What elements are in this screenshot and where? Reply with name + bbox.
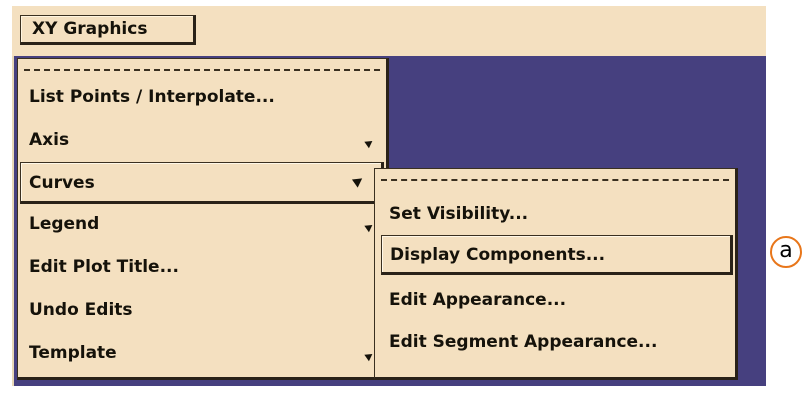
menu-item-label: Axis [29, 130, 70, 150]
menu-item-axis[interactable]: Axis [29, 130, 379, 150]
menu-item-edit-plot-title[interactable]: Edit Plot Title... [29, 257, 179, 277]
submenu-item-label: Edit Appearance... [389, 290, 567, 310]
menu-item-label: Undo Edits [29, 300, 133, 320]
submenu-item-label: Edit Segment Appearance... [389, 332, 658, 352]
menu-bar: XY Graphics [12, 6, 766, 56]
menu-item-curves[interactable]: Curves [20, 162, 384, 204]
menu-item-label: Curves [29, 173, 95, 193]
menu-item-label: Legend [29, 214, 100, 234]
submenu-item-edit-appearance[interactable]: Edit Appearance... [389, 290, 566, 310]
menu-tear-off-line[interactable] [24, 69, 380, 71]
xy-graphics-menu-label: XY Graphics [32, 19, 148, 39]
callout-marker: a [770, 236, 802, 268]
xy-graphics-menu-button[interactable]: XY Graphics [20, 15, 196, 45]
window-left-edge [12, 56, 14, 386]
menu-item-undo-edits[interactable]: Undo Edits [29, 300, 133, 320]
submenu-item-label: Display Components... [390, 245, 606, 265]
submenu-tear-off-line[interactable] [381, 179, 729, 181]
menu-item-legend[interactable]: Legend [29, 214, 379, 234]
menu-item-label: Template [29, 343, 117, 363]
menu-item-list-points[interactable]: List Points / Interpolate... [29, 87, 275, 107]
submenu-item-display-components[interactable]: Display Components... [381, 235, 733, 275]
xy-graphics-dropdown-menu: List Points / Interpolate... Axis Curves… [17, 58, 389, 380]
menu-item-label: List Points / Interpolate... [29, 87, 275, 107]
curves-submenu: Set Visibility... Display Components... … [374, 168, 738, 380]
application-window: XY Graphics List Points / Interpolate...… [0, 0, 806, 395]
submenu-item-edit-segment-appearance[interactable]: Edit Segment Appearance... [389, 332, 657, 352]
menu-item-label: Edit Plot Title... [29, 257, 179, 277]
submenu-arrow-icon [351, 174, 366, 188]
submenu-arrow-icon [364, 137, 375, 149]
submenu-item-label: Set Visibility... [389, 204, 529, 224]
menu-item-template[interactable]: Template [29, 343, 379, 363]
submenu-item-set-visibility[interactable]: Set Visibility... [389, 204, 528, 224]
callout-marker-label: a [779, 238, 793, 263]
